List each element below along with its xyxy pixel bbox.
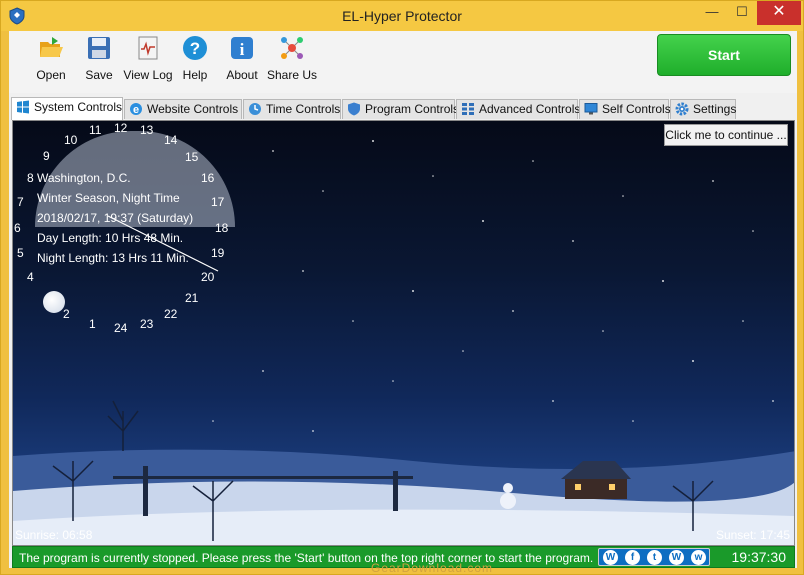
gear-icon [675,102,689,116]
continue-button[interactable]: Click me to continue ... [664,124,788,146]
day-length-label: Day Length: 10 Hrs 48 Min. [37,231,184,245]
start-button[interactable]: Start [657,34,791,76]
client-area: Open Save View Log ? Help i About Share … [9,31,797,568]
hour-label: 21 [185,291,199,305]
social-w-icon[interactable]: W [603,550,618,565]
tab-label: Time Controls [266,102,341,116]
hour-label: 18 [215,221,229,235]
help-button[interactable]: ? Help [169,35,221,82]
moon-icon [43,291,65,313]
open-button[interactable]: Open [25,35,77,82]
tab-program-controls[interactable]: Program Controls [342,99,459,119]
location-label: Washington, D.C. [37,171,131,185]
hour-label: 16 [201,171,215,185]
share-us-label: Share Us [266,68,318,82]
social-w2-icon[interactable]: W [669,550,684,565]
close-button[interactable]: ✕ [757,1,801,25]
hour-label: 24 [114,321,128,335]
facebook-icon[interactable]: f [625,550,640,565]
tab-label: Settings [693,102,737,116]
svg-text:e: e [133,104,139,116]
app-window: EL-Hyper Protector — ☐ ✕ Open Save View … [0,0,804,575]
hour-label: 7 [17,195,24,209]
view-log-button[interactable]: View Log [121,35,175,82]
tab-label: Program Controls [365,102,460,116]
hour-label: 20 [201,270,215,284]
hour-label: 13 [140,123,154,137]
shield-icon [348,102,360,116]
hour-label: 19 [211,246,225,260]
hour-label: 6 [14,221,21,235]
hour-label: 22 [164,307,178,321]
svg-text:i: i [240,40,245,59]
tab-advanced-controls[interactable]: Advanced Controls [456,99,581,119]
view-log-label: View Log [123,68,173,82]
hour-label: 5 [17,246,24,260]
tab-settings[interactable]: Settings [670,99,736,119]
toolbar: Open Save View Log ? Help i About Share … [9,31,797,93]
hour-label: 15 [185,150,199,164]
tab-label: System Controls [34,100,123,114]
maximize-button[interactable]: ☐ [727,1,757,25]
grid-icon [462,103,474,115]
hour-label: 17 [211,195,225,209]
hour-label: 23 [140,317,154,331]
clock-icon [249,103,261,115]
watermark: GearDownload.com [371,561,494,575]
tab-label: Website Controls [147,102,239,116]
svg-text:?: ? [190,39,200,58]
twitter-icon[interactable]: t [647,550,662,565]
tab-bar: System Controls e Website Controls Time … [11,97,797,120]
social-links: W f t W w [598,548,710,566]
window-title: EL-Hyper Protector [342,8,462,24]
season-label: Winter Season, Night Time [37,191,180,205]
hour-label: 8 [27,171,34,185]
log-icon [138,36,158,60]
sunrise-label: Sunrise: 06:58 [15,528,93,542]
tab-system-controls[interactable]: System Controls [11,97,123,120]
hour-label: 11 [89,123,102,137]
title-bar[interactable]: EL-Hyper Protector — ☐ ✕ [1,1,803,31]
ie-icon: e [130,103,142,116]
hour-label: 9 [43,149,50,163]
night-scene-panel: Click me to continue ... 11 12 13 10 14 … [12,120,795,546]
about-label: About [226,68,258,82]
save-button[interactable]: Save [73,35,125,82]
monitor-icon [584,103,598,115]
tab-label: Self Controls [602,102,671,116]
tab-website-controls[interactable]: e Website Controls [124,99,242,119]
status-message: The program is currently stopped. Please… [19,551,594,565]
help-icon: ? [183,36,207,60]
tab-label: Advanced Controls [479,102,581,116]
datetime-label: 2018/02/17, 19:37 (Saturday) [37,211,194,225]
hour-label: 10 [64,133,78,147]
night-length-label: Night Length: 13 Hrs 11 Min. [37,251,189,265]
status-clock: 19:37:30 [731,549,787,565]
share-icon [281,37,303,59]
open-label: Open [36,68,66,82]
folder-icon [40,37,63,57]
sunset-label: Sunset: 17:45 [715,528,790,542]
share-us-button[interactable]: Share Us [265,35,319,82]
help-label: Help [182,68,208,82]
hour-label: 14 [164,133,178,147]
info-icon: i [231,37,253,59]
minimize-button[interactable]: — [697,1,727,25]
hour-label: 1 [89,317,96,331]
weibo-icon[interactable]: w [691,550,706,565]
hour-label: 12 [114,121,128,135]
about-button[interactable]: i About [216,35,268,82]
floppy-icon [88,37,110,59]
tab-self-controls[interactable]: Self Controls [579,99,671,119]
save-label: Save [85,68,113,82]
hour-label: 2 [63,307,70,321]
hour-label: 4 [27,270,34,284]
windows-icon [17,100,29,114]
tab-time-controls[interactable]: Time Controls [243,99,341,119]
